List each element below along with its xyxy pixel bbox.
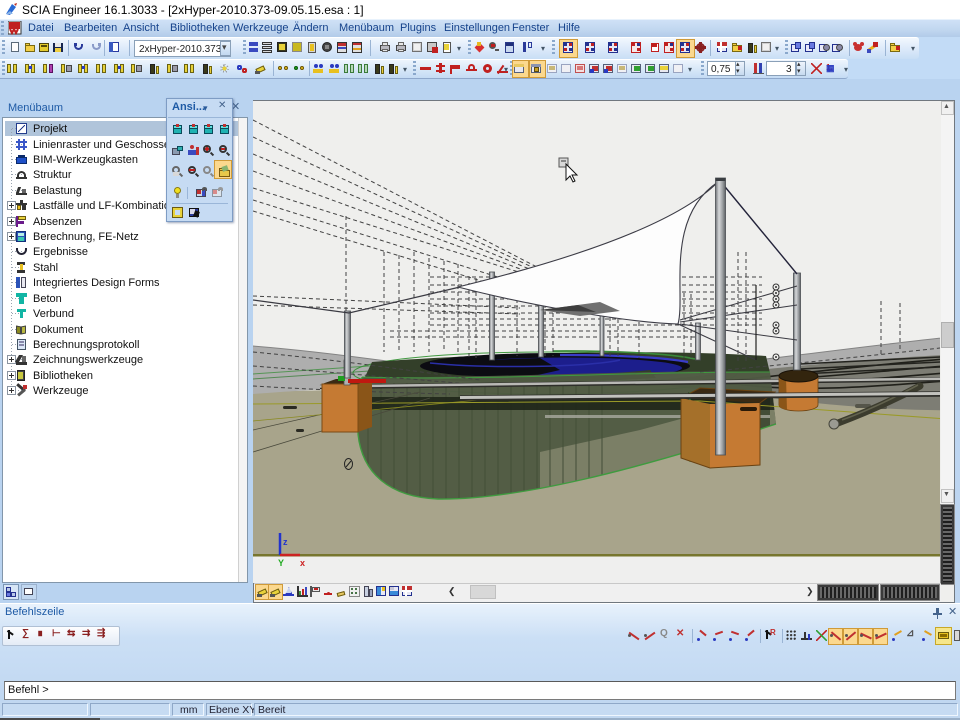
svg-text:Y: Y: [278, 558, 284, 568]
svg-text:z: z: [283, 537, 288, 547]
svg-text:x: x: [300, 558, 305, 568]
